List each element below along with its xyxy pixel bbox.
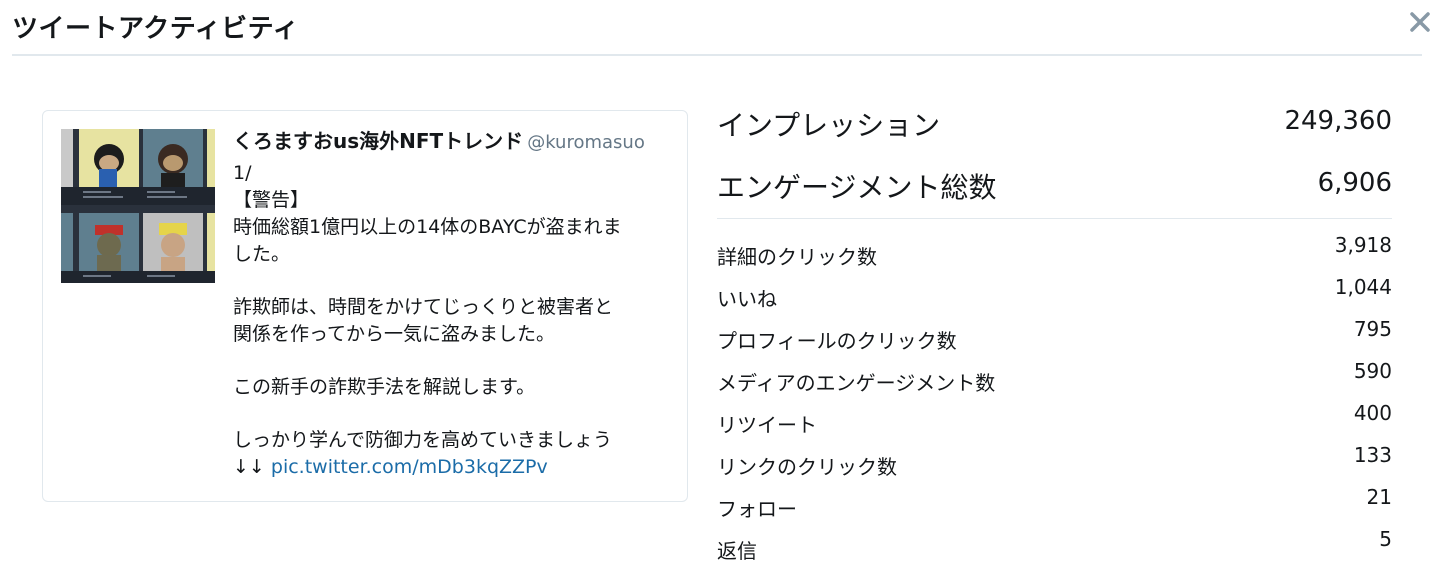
stat-label: フォロー — [717, 497, 797, 521]
author-name[interactable]: くろますおus海外NFTトレンド — [233, 129, 523, 153]
tweet-card: くろますおus海外NFTトレンド @kuromasuo 1/ 【警告】 時価総額1… — [42, 110, 688, 502]
header-divider — [12, 54, 1422, 56]
stat-label: 詳細のクリック数 — [717, 245, 877, 269]
dialog-title: ツイートアクティビティ — [12, 14, 300, 44]
stat-row: メディアのエンゲージメント数 590 — [717, 351, 1392, 395]
stat-label: リンクのクリック数 — [717, 455, 897, 479]
tweet-media-link[interactable]: pic.twitter.com/mDb3kqZZPv — [271, 456, 548, 478]
stat-label: いいね — [717, 287, 777, 311]
stat-label: リツイート — [717, 413, 817, 437]
engagements-value: 6,906 — [1317, 168, 1392, 198]
stats-panel: インプレッション 249,360 エンゲージメント総数 6,906 詳細のクリッ… — [717, 100, 1392, 563]
stat-row: フォロー 21 — [717, 477, 1392, 521]
stat-label: 返信 — [717, 539, 757, 563]
stat-value: 795 — [1353, 317, 1392, 341]
stat-row: プロフィールのクリック数 795 — [717, 309, 1392, 353]
tweet-text-line: 1/ — [233, 162, 252, 184]
stat-value: 5 — [1379, 527, 1392, 551]
tweet-link-line: ↓↓ pic.twitter.com/mDb3kqZZPv — [233, 454, 673, 481]
engagements-label: エンゲージメント総数 — [717, 171, 997, 204]
tweet-text-line: 詐欺師は、時間をかけてじっくりと被害者と — [233, 296, 614, 318]
stat-value: 590 — [1353, 359, 1392, 383]
close-button[interactable] — [1406, 8, 1434, 36]
stat-row: リツイート 400 — [717, 393, 1392, 437]
tweet-text-line: した。 — [233, 243, 291, 265]
tweet-text-line: この新手の詐欺手法を解説します。 — [233, 376, 536, 398]
stat-value: 400 — [1353, 401, 1392, 425]
tweet-body: くろますおus海外NFTトレンド @kuromasuo 1/ 【警告】 時価総額1… — [233, 125, 673, 481]
stat-value: 1,044 — [1334, 275, 1392, 299]
close-icon — [1410, 12, 1430, 32]
impressions-value: 249,360 — [1284, 106, 1392, 136]
stat-row: いいね 1,044 — [717, 267, 1392, 311]
stat-label: プロフィールのクリック数 — [717, 329, 957, 353]
impressions-row: インプレッション 249,360 — [717, 100, 1392, 162]
tweet-media-thumbnail[interactable] — [61, 129, 215, 283]
stat-row: リンクのクリック数 133 — [717, 435, 1392, 479]
stat-value: 21 — [1366, 485, 1392, 509]
tweet-text-line: しっかり学んで防御力を高めていきましょう — [233, 429, 613, 451]
tweet-text-line: 【警告】 — [233, 189, 310, 211]
author-handle[interactable]: @kuromasuo — [527, 132, 645, 153]
engagements-row: エンゲージメント総数 6,906 — [717, 162, 1392, 224]
nft-grid-image — [61, 129, 215, 283]
tweet-text-line: 時価総額1億円以上の14体のBAYCが盗まれま — [233, 216, 622, 238]
stat-label: メディアのエンゲージメント数 — [717, 371, 996, 395]
tweet-text-line: 関係を作ってから一気に盗みました。 — [233, 323, 556, 345]
down-arrows-text: ↓↓ — [233, 456, 271, 478]
tweet-author: くろますおus海外NFTトレンド @kuromasuo — [233, 125, 673, 154]
stat-value: 133 — [1353, 443, 1392, 467]
stat-value: 3,918 — [1334, 233, 1392, 257]
stat-row: 詳細のクリック数 3,918 — [717, 225, 1392, 269]
stat-row: 返信 5 — [717, 519, 1392, 563]
tweet-activity-dialog: ツイートアクティビティ くろますおus海外NFTトレンド @kuromasuo … — [0, 0, 1456, 578]
impressions-label: インプレッション — [717, 109, 941, 142]
